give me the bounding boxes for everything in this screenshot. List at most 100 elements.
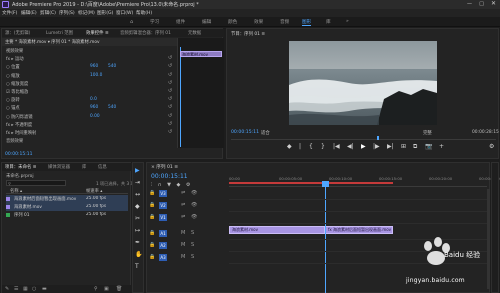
step-forward-button[interactable]: |▶ (373, 143, 380, 150)
column-frame-rate[interactable]: 帧速率 ▴ (86, 188, 102, 194)
slip-tool-icon[interactable]: ↦ (135, 227, 140, 234)
effect-value-1[interactable]: 0.0 (90, 97, 97, 102)
program-timecode[interactable]: 00:00:15:11 (231, 130, 259, 135)
workspace-editing[interactable]: 编辑 (202, 19, 211, 25)
menu-file[interactable]: 文件(F) (2, 10, 17, 16)
track-target[interactable]: V3 (159, 190, 167, 197)
effect-row[interactable]: fx ▸ 不透明度 ↺ (2, 121, 177, 128)
program-time-ruler[interactable] (231, 137, 496, 140)
track-header[interactable]: 🔒 A3 M S (147, 253, 229, 262)
workspace-color[interactable]: 颜色 (228, 19, 237, 25)
effect-value-1[interactable]: 960 (90, 64, 98, 69)
effect-row[interactable]: ○ 缩放宽度 ↺ (2, 80, 177, 87)
effect-row[interactable]: ○ 旋转 0.0 ↺ (2, 96, 177, 103)
razor-tool-icon[interactable]: ✂ (135, 215, 140, 222)
tab-media-browser[interactable]: 媒体浏览器 (48, 164, 70, 170)
effect-row[interactable]: ○ 防闪烁滤镜 0.00 ↺ (2, 113, 177, 120)
export-frame-button[interactable]: 📷 (425, 143, 432, 150)
effect-value-1[interactable]: 100.0 (90, 73, 102, 78)
solo-icon[interactable]: S (191, 242, 194, 248)
track-select-tool-icon[interactable]: ⇥ (135, 179, 140, 186)
menu-window[interactable]: 窗口(W) (116, 10, 133, 16)
type-tool-icon[interactable]: T (135, 263, 139, 270)
mark-out-button[interactable]: } (321, 143, 325, 150)
program-playhead[interactable] (377, 136, 379, 140)
track-header[interactable]: 🔒 A2 M S (147, 241, 229, 250)
ripple-edit-tool-icon[interactable]: ↔ (135, 191, 140, 198)
add-marker-button[interactable]: ◆ (287, 143, 292, 150)
play-button[interactable]: ▶ (361, 143, 366, 150)
workspace-learn[interactable]: 学习 (150, 19, 159, 25)
effect-row[interactable]: ○ 位置 960 540 ↺ (2, 63, 177, 70)
track-header[interactable]: 🔒 A1 M S (147, 229, 229, 238)
clip-selector[interactable]: 主要 * 海浪素材.mov ▾ 序列 01 * 海浪素材.mov (2, 38, 177, 46)
track-target[interactable]: A3 (159, 254, 167, 261)
menu-marker[interactable]: 标记(M) (78, 10, 95, 16)
tab-libraries[interactable]: 库 (82, 164, 86, 170)
selection-tool-icon[interactable]: ▶ (135, 167, 140, 174)
tab-info[interactable]: 信息 (98, 164, 107, 170)
effect-row[interactable]: 音频效果 (2, 137, 177, 144)
write-protect-icon[interactable]: ✎ (5, 286, 9, 292)
lock-icon[interactable]: 🔒 (149, 230, 155, 236)
project-list-item[interactable]: 海浪素材后面短暂出现画面.mov 25.00 fps (6, 195, 128, 203)
workspace-more[interactable]: » (346, 19, 349, 24)
reset-icon[interactable]: ↺ (168, 63, 172, 69)
menu-help[interactable]: 帮助(H) (136, 10, 152, 16)
column-name[interactable]: 名称 ▴ (10, 188, 22, 194)
effect-value-2[interactable]: 540 (108, 64, 116, 69)
mark-in-button[interactable]: { (309, 143, 313, 150)
reset-icon[interactable]: ↺ (168, 121, 172, 127)
track-target[interactable]: A2 (159, 242, 167, 249)
solo-icon[interactable]: S (191, 254, 194, 260)
rate-stretch-tool-icon[interactable]: ◆ (135, 203, 140, 210)
reset-icon[interactable]: ↺ (168, 55, 172, 61)
timeline-playhead[interactable] (325, 181, 326, 293)
menu-sequence[interactable]: 序列(S) (59, 10, 75, 16)
track-target[interactable]: V2 (159, 202, 167, 209)
lock-icon[interactable]: 🔒 (149, 254, 155, 260)
sync-icon[interactable]: ⇌ (181, 190, 185, 196)
project-search-input[interactable]: ⚲ (6, 180, 66, 186)
tab-source[interactable]: 源：(无剪辑) (5, 30, 30, 36)
lock-icon[interactable]: 🔒 (149, 242, 155, 248)
workspace-audio[interactable]: 音频 (280, 19, 289, 25)
tab-project[interactable]: 项目：未命名 ≡ (5, 164, 36, 170)
zoom-select[interactable]: 适合 (261, 130, 270, 136)
reset-icon[interactable]: ↺ (168, 96, 172, 102)
project-list-item[interactable]: 序列 01 25.00 fps (6, 211, 128, 219)
program-monitor-title[interactable]: 节目：序列 01 ≡ (231, 31, 265, 37)
eye-icon[interactable]: 👁 (191, 202, 197, 208)
effect-row[interactable]: ○ 锚点 960 540 ↺ (2, 104, 177, 111)
freeform-view-icon[interactable]: ○ (32, 286, 36, 292)
eye-icon[interactable]: 👁 (191, 214, 197, 220)
reset-icon[interactable]: ↺ (168, 88, 172, 94)
effect-row[interactable]: fx ▸ 运动 ↺ (2, 55, 177, 62)
effect-controls-timecode[interactable]: 00:00:15:11 (5, 152, 32, 157)
resolution-select[interactable]: 完整 (423, 130, 432, 136)
tab-audio-clip-mixer[interactable]: 音频剪辑混合器：序列 01 (120, 30, 184, 36)
pen-tool-icon[interactable]: ✒ (135, 239, 140, 246)
effect-mini-timeline[interactable]: 海浪素材.mov (177, 38, 224, 148)
track-header[interactable]: 🔒 V3 ⇌ 👁 (147, 189, 229, 198)
reset-icon[interactable]: ↺ (168, 72, 172, 78)
reset-icon[interactable]: ↺ (168, 104, 172, 110)
wrench-icon[interactable]: ⚙ (489, 143, 494, 150)
effect-row[interactable]: ☑ 等比缩放 ↺ (2, 88, 177, 95)
find-icon[interactable]: ⚲ (94, 286, 98, 292)
track-target[interactable]: A1 (159, 230, 167, 237)
trash-icon[interactable]: 🗑 (116, 286, 122, 292)
new-item-icon[interactable]: ▣ (104, 286, 109, 292)
workspace-assembly[interactable]: 组件 (176, 19, 185, 25)
sync-icon[interactable]: ⇌ (181, 214, 185, 220)
button-editor-button[interactable]: + (439, 143, 444, 150)
lift-button[interactable]: ⊞ (401, 143, 406, 150)
icon-view-icon[interactable]: ▦ (23, 286, 28, 292)
menu-clip[interactable]: 剪辑(C) (40, 10, 56, 16)
reset-icon[interactable]: ↺ (168, 129, 172, 135)
timeline-clip[interactable]: 海浪素材.mov (229, 226, 325, 234)
project-list-item[interactable]: 海浪素材.mov 25.00 fps (6, 203, 128, 211)
tab-effect-controls[interactable]: 效果控件 ≡ (86, 30, 109, 36)
lock-icon[interactable]: 🔒 (149, 214, 155, 220)
mute-icon[interactable]: M (181, 242, 185, 248)
